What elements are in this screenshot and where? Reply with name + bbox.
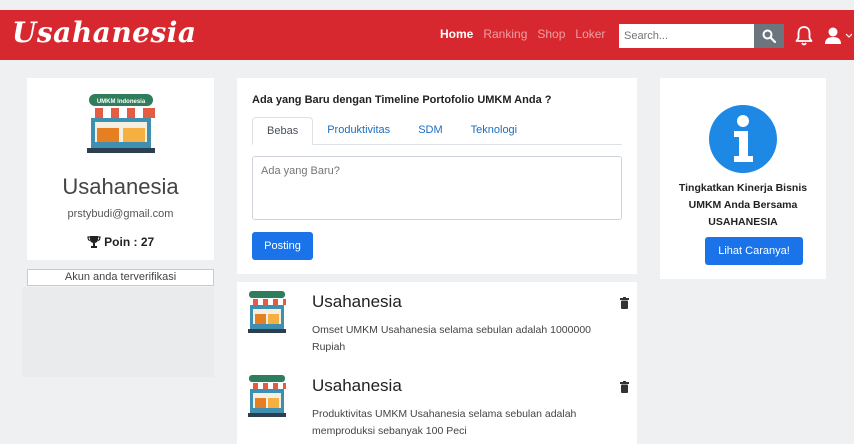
nav-ranking[interactable]: Ranking: [483, 27, 527, 41]
profile-name: Usahanesia: [62, 174, 179, 199]
shop-thumbnail-icon: [248, 375, 286, 417]
profile-points: Poin : 27: [27, 235, 214, 249]
trash-icon[interactable]: [620, 381, 629, 393]
info-card: Tingkatkan Kinerja Bisnis UMKM Anda Bers…: [660, 78, 826, 279]
feed-list: Usahanesia Omset UMKM Usahanesia selama …: [237, 282, 637, 444]
post-tabs: Bebas Produktivitas SDM Teknologi: [252, 117, 622, 145]
feed-item: Usahanesia Produktivitas UMKM Usahanesia…: [237, 370, 637, 444]
profile-card: UMKM Indonesia Usahanesia prstybudi@gmai…: [27, 78, 214, 260]
search-icon: [762, 29, 776, 43]
left-sidebar-area: [22, 287, 214, 377]
feed-text: Omset UMKM Usahanesia selama sebulan ada…: [312, 324, 591, 353]
info-icon: [709, 105, 777, 173]
lihat-caranya-button[interactable]: Lihat Caranya!: [705, 237, 803, 265]
search-button[interactable]: [754, 24, 784, 48]
feed-title: Usahanesia: [312, 376, 402, 395]
trophy-icon: [87, 236, 101, 248]
posting-button[interactable]: Posting: [252, 232, 313, 260]
nav-loker[interactable]: Loker: [575, 27, 605, 41]
brand-logo[interactable]: Usahanesia: [12, 16, 197, 49]
profile-email: prstybudi@gmail.com: [67, 208, 174, 220]
shop-avatar-icon: UMKM Indonesia: [87, 94, 155, 153]
tab-teknologi[interactable]: Teknologi: [457, 117, 531, 145]
tab-sdm[interactable]: SDM: [404, 117, 456, 145]
nav-shop[interactable]: Shop: [537, 27, 565, 41]
tab-produktivitas[interactable]: Produktivitas: [313, 117, 404, 145]
search-input[interactable]: [619, 24, 754, 48]
feed-item: Usahanesia Omset UMKM Usahanesia selama …: [237, 286, 637, 366]
verified-badge: Akun anda terverifikasi: [27, 269, 214, 286]
post-textarea[interactable]: [252, 156, 622, 220]
post-heading: Ada yang Baru dengan Timeline Portofolio…: [252, 94, 552, 106]
profile-points-text: Poin : 27: [104, 235, 155, 249]
post-card: Ada yang Baru dengan Timeline Portofolio…: [237, 78, 637, 274]
shop-thumbnail-icon: [248, 291, 286, 333]
nav-home[interactable]: Home: [440, 27, 473, 41]
bell-icon[interactable]: [794, 25, 814, 47]
navbar: Usahanesia Home Ranking Shop Loker: [0, 10, 854, 60]
feed-text: Produktivitas UMKM Usahanesia selama seb…: [312, 408, 577, 437]
trash-icon[interactable]: [620, 297, 629, 309]
feed-title: Usahanesia: [312, 292, 402, 311]
shop-avatar-logo-text: UMKM Indonesia: [97, 99, 146, 105]
tab-bebas[interactable]: Bebas: [252, 117, 314, 145]
nav-links: Home Ranking Shop Loker: [440, 27, 605, 41]
user-icon[interactable]: [822, 25, 852, 47]
info-text: Tingkatkan Kinerja Bisnis UMKM Anda Bers…: [678, 182, 808, 228]
